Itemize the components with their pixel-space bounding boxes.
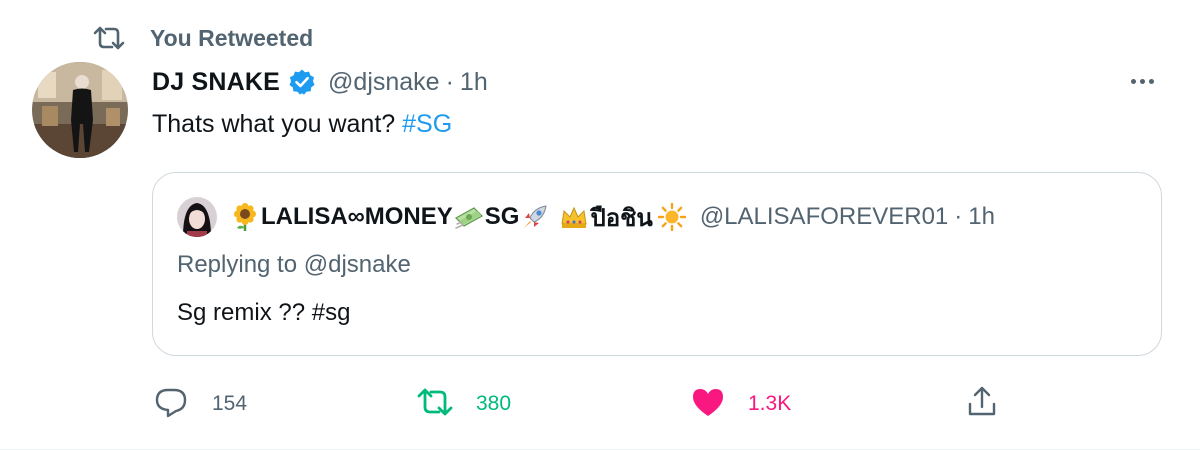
like-button[interactable]: 1.3K	[690, 384, 791, 424]
tweet-text-content: Thats what you want?	[152, 110, 403, 138]
quoted-author-display-name[interactable]: LALISA∞MONEY SG ปือชิน	[229, 198, 688, 237]
like-count: 1.3K	[748, 392, 792, 415]
tweet-timestamp[interactable]: 1h	[460, 68, 488, 97]
share-icon	[964, 384, 1000, 425]
retweet-button[interactable]: 380	[416, 384, 511, 424]
separator-dot: ·	[954, 203, 963, 230]
quoted-tweet-header: LALISA∞MONEY SG ปือชิน @LALISAFOREVER01 …	[177, 197, 995, 237]
verified-badge-icon	[288, 68, 316, 96]
author-handle[interactable]: @djsnake	[328, 68, 440, 97]
quoted-name-part-1: LALISA∞MONEY	[261, 203, 453, 230]
crown-icon	[559, 202, 589, 232]
author-avatar[interactable]	[32, 62, 128, 158]
reply-icon	[152, 385, 190, 424]
retweet-banner: You Retweeted	[92, 22, 313, 54]
quoted-tweet[interactable]: LALISA∞MONEY SG ปือชิน @LALISAFOREVER01 …	[152, 172, 1162, 356]
retweet-banner-label: You Retweeted	[150, 24, 314, 51]
retweet-icon	[416, 387, 454, 422]
retweet-count: 380	[476, 392, 512, 415]
quoted-tweet-text: Sg remix ?? #sg	[177, 299, 351, 326]
replying-to-label: Replying to @djsnake	[177, 251, 411, 278]
more-dot-icon	[1139, 78, 1145, 84]
share-button[interactable]	[964, 384, 1000, 424]
quoted-name-part-2: SG	[484, 203, 520, 230]
tweet-card[interactable]: You Retweeted DJ SNAKE @djsnake · 1h Tha…	[0, 0, 1200, 450]
sunflower-icon	[230, 202, 260, 232]
quoted-tweet-timestamp[interactable]: 1h	[968, 203, 995, 231]
separator-dot: ·	[445, 67, 454, 96]
quoted-author-avatar	[177, 197, 217, 237]
retweet-icon	[92, 25, 126, 51]
tweet-hashtag-link[interactable]: #SG	[402, 110, 452, 138]
heart-icon	[690, 386, 726, 423]
quoted-author-handle[interactable]: @LALISAFOREVER01	[700, 203, 948, 231]
rocket-icon	[520, 202, 550, 232]
tweet-header: DJ SNAKE @djsnake · 1h	[152, 64, 488, 100]
reply-count: 154	[212, 392, 248, 415]
tweet-text: Thats what you want? #SG	[152, 110, 452, 139]
author-display-name[interactable]: DJ SNAKE	[152, 68, 280, 97]
reply-button[interactable]: 154	[152, 384, 247, 424]
tweet-actions: 154 380 1.3K	[152, 384, 1012, 424]
money-icon	[454, 202, 484, 232]
more-options-button[interactable]	[1122, 66, 1162, 96]
more-dot-icon	[1148, 78, 1154, 84]
quoted-name-part-3: ปือชิน	[590, 204, 653, 232]
sun-icon	[657, 202, 687, 232]
more-dot-icon	[1130, 78, 1136, 84]
